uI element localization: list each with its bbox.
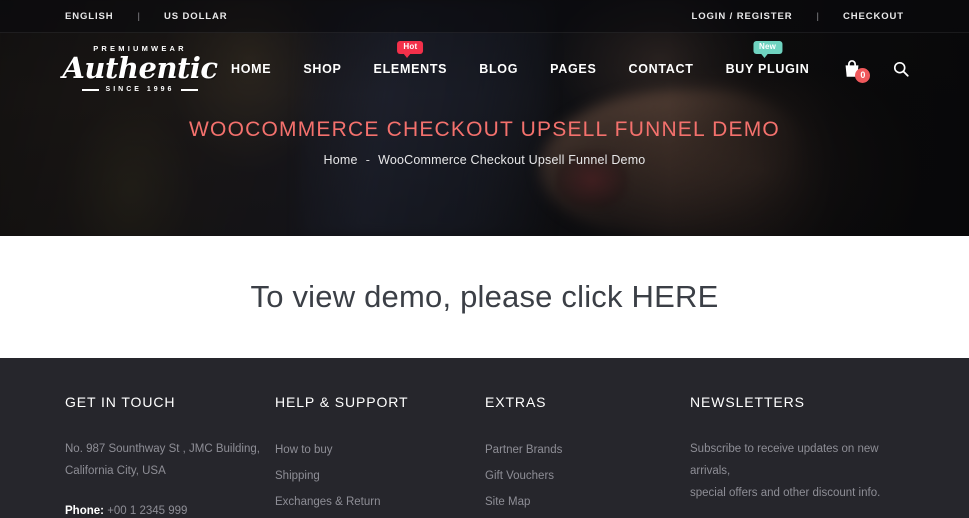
logo-rule-right — [181, 88, 199, 91]
nav-item-home[interactable]: HOME — [215, 62, 287, 76]
top-bar-separator-right: | — [816, 10, 819, 22]
cart-button[interactable]: 0 — [837, 54, 871, 84]
main-content: To view demo, please click HERE — [0, 236, 969, 358]
nav-item-blog[interactable]: BLOG — [463, 62, 534, 76]
footer-title-help-support: HELP & SUPPORT — [275, 394, 409, 410]
address-line-2: California City, USA — [65, 465, 166, 477]
top-bar-left: ENGLISH | US DOLLAR — [65, 11, 228, 22]
demo-heading-text: To view demo, please click — [250, 279, 632, 314]
top-bar-separator-left: | — [137, 10, 140, 22]
footer-link-shipping[interactable]: Shipping — [275, 464, 485, 488]
demo-heading: To view demo, please click HERE — [251, 279, 719, 315]
breadcrumb-home[interactable]: Home — [324, 153, 358, 167]
nav-item-buy-plugin[interactable]: New BUY PLUGIN — [710, 41, 826, 76]
logo-name: Authentic — [62, 51, 218, 86]
footer-link-site-map[interactable]: Site Map — [485, 490, 690, 514]
logo-since-text: SINCE 1996 — [105, 86, 175, 94]
nav-label-buy-plugin: BUY PLUGIN — [725, 62, 810, 76]
new-badge: New — [752, 41, 783, 57]
nav-label-contact: CONTACT — [628, 62, 694, 76]
logo-tagline: PREMIUMWEAR — [93, 43, 187, 53]
nav-item-shop[interactable]: SHOP — [287, 62, 357, 76]
newsletter-description: Subscribe to receive updates on new arri… — [690, 438, 920, 504]
search-icon — [894, 61, 910, 77]
nav-label-home: HOME — [231, 62, 272, 76]
site-logo[interactable]: PREMIUMWEAR Authentic SINCE 1996 — [62, 43, 218, 94]
nav-item-pages[interactable]: PAGES — [534, 62, 612, 76]
footer-column-help-support: HELP & SUPPORT How to buy Shipping Excha… — [275, 394, 485, 516]
footer-title-newsletters: NEWSLETTERS — [690, 394, 805, 410]
footer-link-partner-brands[interactable]: Partner Brands — [485, 438, 690, 462]
top-bar: ENGLISH | US DOLLAR LOGIN / REGISTER | C… — [0, 0, 969, 33]
footer-link-gift-vouchers[interactable]: Gift Vouchers — [485, 464, 690, 488]
newsletter-description-line-1: Subscribe to receive updates on new arri… — [690, 443, 879, 477]
logo-since: SINCE 1996 — [81, 86, 199, 94]
nav-item-contact[interactable]: CONTACT — [612, 62, 709, 76]
breadcrumb-current: WooCommerce Checkout Upsell Funnel Demo — [378, 153, 646, 168]
nav-label-shop: SHOP — [303, 62, 342, 76]
search-button[interactable] — [889, 57, 913, 81]
phone-value: +00 1 2345 999 — [107, 505, 188, 517]
top-bar-right: LOGIN / REGISTER | CHECKOUT — [692, 11, 904, 22]
hot-badge: Hot — [397, 41, 424, 57]
footer-title-extras: EXTRAS — [485, 394, 547, 410]
footer-column-extras: EXTRAS Partner Brands Gift Vouchers Site… — [485, 394, 690, 516]
footer-phone: Phone: +00 1 2345 999 — [65, 500, 275, 518]
checkout-link[interactable]: CHECKOUT — [843, 11, 904, 22]
language-selector[interactable]: ENGLISH — [65, 11, 114, 22]
address-line-1: No. 987 Sounthway St , JMC Building, — [65, 443, 260, 455]
footer-column-get-in-touch: GET IN TOUCH No. 987 Sounthway St , JMC … — [65, 394, 275, 518]
newsletter-description-line-2: special offers and other discount info. — [690, 487, 881, 499]
breadcrumb-separator: - — [365, 153, 371, 168]
hero-header: ENGLISH | US DOLLAR LOGIN / REGISTER | C… — [0, 0, 969, 236]
footer-title-get-in-touch: GET IN TOUCH — [65, 394, 176, 410]
login-register-link[interactable]: LOGIN / REGISTER — [692, 11, 793, 22]
nav-label-pages: PAGES — [550, 62, 597, 76]
logo-rule-left — [81, 88, 99, 91]
site-footer: GET IN TOUCH No. 987 Sounthway St , JMC … — [0, 358, 969, 518]
nav-label-blog: BLOG — [479, 62, 519, 76]
phone-label: Phone: — [65, 505, 104, 517]
hero-title-block: WOOCOMMERCE CHECKOUT UPSELL FUNNEL DEMO … — [0, 118, 969, 167]
page-title: WOOCOMMERCE CHECKOUT UPSELL FUNNEL DEMO — [189, 118, 780, 141]
currency-selector[interactable]: US DOLLAR — [164, 11, 228, 22]
footer-address: No. 987 Sounthway St , JMC Building, Cal… — [65, 438, 275, 482]
main-navigation-bar: PREMIUMWEAR Authentic SINCE 1996 HOME SH… — [0, 33, 969, 105]
footer-link-how-to-buy[interactable]: How to buy — [275, 438, 485, 462]
demo-here-link[interactable]: HERE — [632, 279, 719, 314]
footer-column-newsletters: NEWSLETTERS Subscribe to receive updates… — [690, 394, 920, 518]
nav-label-elements: ELEMENTS — [373, 62, 448, 76]
nav-item-elements[interactable]: Hot ELEMENTS — [358, 41, 464, 76]
footer-link-exchanges-return[interactable]: Exchanges & Return — [275, 490, 485, 514]
breadcrumb: Home - WooCommerce Checkout Upsell Funne… — [0, 153, 969, 167]
cart-count-badge: 0 — [855, 68, 871, 83]
primary-menu: HOME SHOP Hot ELEMENTS BLOG PAGES CONTAC… — [215, 41, 913, 84]
